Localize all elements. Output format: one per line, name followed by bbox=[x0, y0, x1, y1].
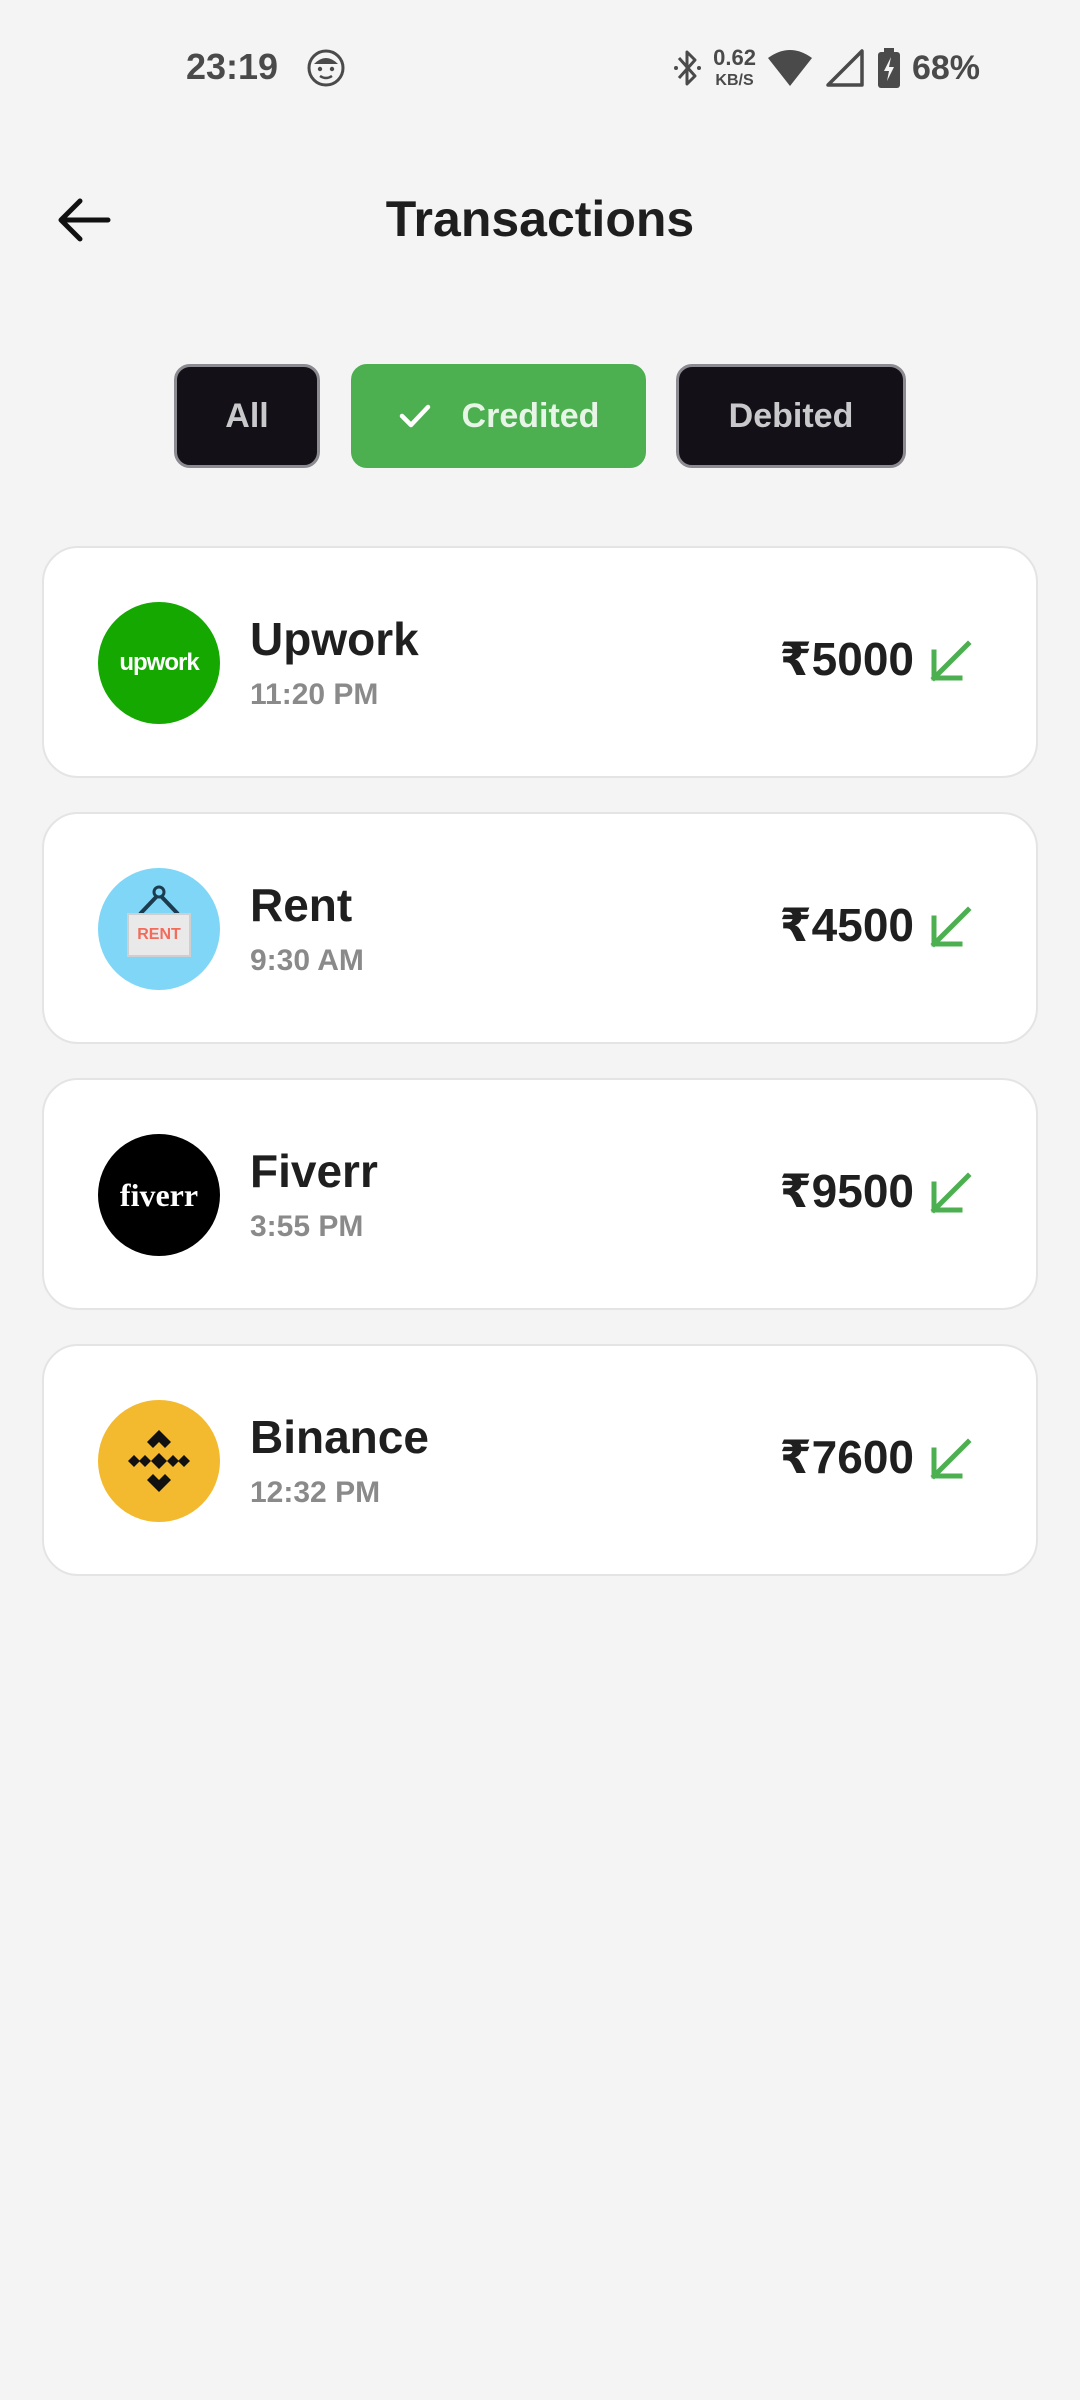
upwork-logo-icon: upwork bbox=[98, 602, 220, 724]
network-speed-unit: KB/S bbox=[715, 72, 754, 89]
binance-diamond-graphic bbox=[128, 1430, 190, 1492]
transaction-name: Binance bbox=[250, 1411, 429, 1463]
filter-chips: All Credited Debited bbox=[0, 364, 1080, 468]
fiverr-logo-icon: fiverr bbox=[98, 1134, 220, 1256]
wifi-icon bbox=[767, 50, 812, 86]
battery-percentage: 68% bbox=[911, 48, 980, 87]
fiverr-logo-text: fiverr bbox=[119, 1176, 199, 1213]
transaction-card[interactable]: fiverr Fiverr 3:55 PM ₹9500 bbox=[42, 1078, 1038, 1310]
rent-sign-text: RENT bbox=[137, 926, 181, 943]
binance-logo-icon bbox=[98, 1400, 220, 1522]
status-time: 23:19 bbox=[186, 46, 279, 87]
filter-credited-chip[interactable]: Credited bbox=[351, 364, 646, 468]
transaction-amount: ₹5000 bbox=[779, 633, 914, 685]
status-bar: 23:19 0.62 KB/S 68% bbox=[0, 0, 1080, 136]
network-speed: 0.62 KB/S bbox=[713, 47, 756, 89]
transaction-card[interactable]: RENT Rent 9:30 AM ₹4500 bbox=[42, 812, 1038, 1044]
bluetooth-icon bbox=[674, 50, 702, 86]
transaction-time: 11:20 PM bbox=[250, 678, 379, 711]
arrow-down-left-icon bbox=[930, 906, 972, 948]
transaction-amount: ₹4500 bbox=[779, 899, 914, 951]
transaction-name: Upwork bbox=[250, 613, 419, 665]
transaction-amount: ₹9500 bbox=[779, 1165, 914, 1217]
arrow-down-left-icon bbox=[930, 1438, 972, 1480]
arrow-down-left-icon bbox=[930, 1172, 972, 1214]
page-title: Transactions bbox=[385, 191, 695, 247]
transaction-card[interactable]: upwork Upwork 11:20 PM ₹5000 bbox=[42, 546, 1038, 778]
transaction-name: Rent bbox=[250, 879, 353, 931]
network-speed-value: 0.62 bbox=[713, 45, 756, 70]
upwork-logo-text: upwork bbox=[119, 649, 199, 676]
filter-all-label: All bbox=[225, 396, 269, 435]
transaction-time: 3:55 PM bbox=[250, 1210, 364, 1243]
app-bar: Transactions bbox=[0, 160, 1080, 280]
transaction-card[interactable]: Binance 12:32 PM ₹7600 bbox=[42, 1344, 1038, 1576]
battery-charging-icon bbox=[877, 48, 900, 88]
transaction-name: Fiverr bbox=[250, 1145, 378, 1197]
transaction-time: 9:30 AM bbox=[250, 944, 364, 977]
face-icon bbox=[307, 49, 345, 87]
filter-all-chip[interactable]: All bbox=[174, 364, 320, 468]
cellular-signal-icon bbox=[826, 49, 864, 87]
filter-credited-label: Credited bbox=[461, 396, 600, 435]
transaction-time: 12:32 PM bbox=[250, 1476, 381, 1509]
arrow-down-left-icon bbox=[930, 640, 972, 682]
rent-sign-icon: RENT bbox=[98, 868, 220, 990]
filter-debited-chip[interactable]: Debited bbox=[676, 364, 906, 468]
filter-debited-label: Debited bbox=[728, 396, 854, 435]
transaction-list: upwork Upwork 11:20 PM ₹5000 RENT Rent 9… bbox=[42, 546, 1038, 1610]
transaction-amount: ₹7600 bbox=[779, 1431, 914, 1483]
check-icon bbox=[398, 402, 432, 430]
status-icons: 0.62 KB/S 68% bbox=[671, 40, 980, 96]
